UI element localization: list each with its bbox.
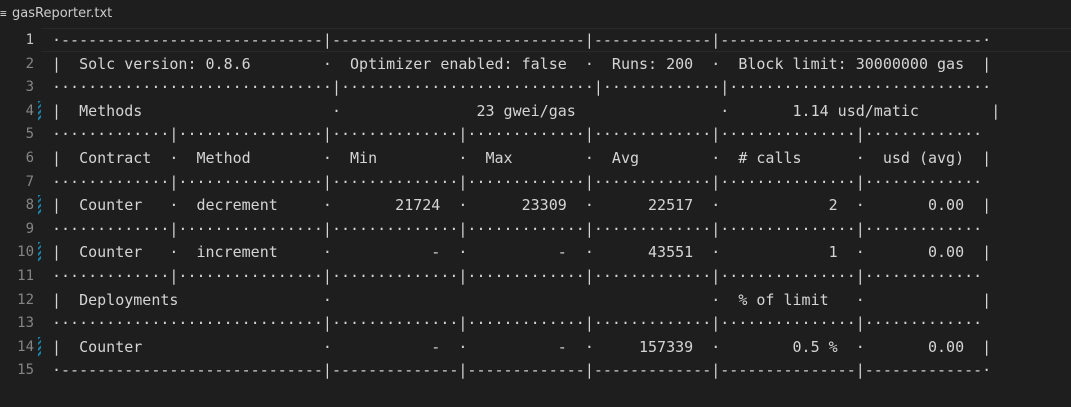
- tab-title: gasReporter.txt: [12, 5, 113, 21]
- line-text: ·············|················|·········…: [52, 125, 983, 144]
- line-number: 6: [25, 150, 34, 166]
- line-number: 7: [25, 173, 34, 190]
- line-number: 15: [17, 362, 34, 379]
- line-text: | Deployments · · % of limit · |: [52, 290, 992, 309]
- editor-line[interactable]: 15 ·-----------------------------|-------…: [0, 358, 1071, 382]
- line-number: 13: [17, 315, 34, 332]
- editor-line[interactable]: 8 | Counter · decrement · 21724 · 23309 ·…: [0, 193, 1071, 217]
- editor-line[interactable]: 2 | Solc version: 0.8.6 · Optimizer enabl…: [0, 52, 1071, 76]
- line-text: | Counter · - · - · 157339 · 0.5 % · 0.0…: [52, 337, 992, 356]
- editor-line[interactable]: 12 | Deployments · · % of limit · |: [0, 288, 1071, 312]
- line-number: 11: [17, 268, 34, 284]
- editor-line[interactable]: 13 ······························|·······…: [0, 311, 1071, 335]
- editor-line[interactable]: 9 ·············|················|········…: [0, 217, 1071, 241]
- line-number: 8: [25, 197, 34, 214]
- editor-line[interactable]: 7 ·············|················|········…: [0, 170, 1071, 194]
- tab-gasreporter[interactable]: ≡ gasReporter.txt: [0, 0, 112, 26]
- modified-line-marker[interactable]: [38, 336, 41, 357]
- editor-line[interactable]: 14 | Counter · - · - · 157339 · 0.5 % · 0…: [0, 335, 1071, 359]
- editor-line[interactable]: 5 ·············|················|········…: [0, 122, 1071, 146]
- line-text: ······························|·········…: [52, 314, 983, 333]
- line-text: ·-----------------------------|---------…: [52, 361, 992, 380]
- line-text: | Counter · decrement · 21724 · 23309 · …: [52, 196, 992, 215]
- line-text: ·············|················|·········…: [52, 219, 983, 238]
- line-text: ·············|················|·········…: [52, 267, 983, 285]
- line-number: 14: [17, 338, 34, 355]
- line-number: 4: [25, 102, 34, 119]
- line-number: 3: [25, 79, 34, 96]
- line-number: 10: [17, 244, 34, 261]
- editor-line[interactable]: 11 ·············|················|·······…: [0, 264, 1071, 288]
- line-number: 2: [25, 55, 34, 72]
- line-number: 1: [25, 32, 34, 48]
- line-number: 9: [25, 220, 34, 237]
- tab-bar: ≡ gasReporter.txt: [0, 0, 1071, 26]
- line-text: ·············|················|·········…: [52, 172, 983, 191]
- code-editor[interactable]: 1 ·-----------------------------|--------…: [0, 28, 1071, 407]
- text-file-icon: ≡: [0, 6, 7, 20]
- line-text: | Solc version: 0.8.6 · Optimizer enable…: [52, 54, 992, 73]
- line-number: 5: [25, 126, 34, 143]
- line-text: ·-----------------------------|---------…: [52, 31, 992, 49]
- editor-line[interactable]: 4 | Methods · 23 gwei/gas · 1.14 usd/mati…: [0, 99, 1071, 123]
- line-text: | Counter · increment · - · - · 43551 · …: [52, 243, 992, 262]
- line-text: ·······························|········…: [52, 78, 992, 97]
- line-text: | Methods · 23 gwei/gas · 1.14 usd/matic…: [52, 101, 1001, 120]
- line-number: 12: [17, 291, 34, 308]
- editor-line[interactable]: 3 ·······························|·······…: [0, 75, 1071, 99]
- editor-line[interactable]: 10 | Counter · increment · - · - · 43551 …: [0, 240, 1071, 264]
- modified-line-marker[interactable]: [38, 100, 41, 121]
- editor-line[interactable]: 6 | Contract · Method · Min · Max · Avg ·…: [0, 146, 1071, 170]
- modified-line-marker[interactable]: [38, 195, 41, 216]
- editor-line[interactable]: 1 ·-----------------------------|--------…: [0, 28, 1071, 52]
- modified-line-marker[interactable]: [38, 242, 41, 263]
- line-text: | Contract · Method · Min · Max · Avg · …: [52, 149, 992, 167]
